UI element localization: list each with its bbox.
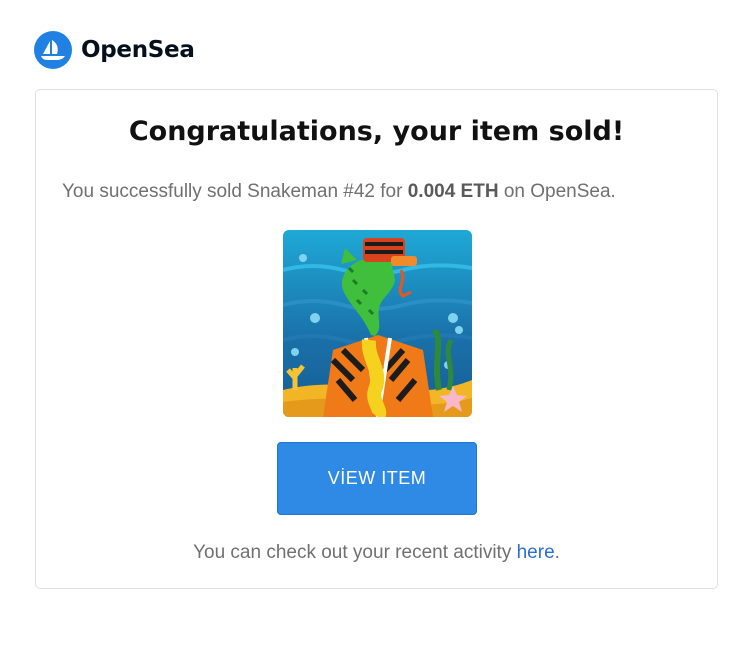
sold-message: You successfully sold Snakeman #42 for 0…	[62, 181, 616, 203]
activity-message: You can check out your recent activity h…	[36, 542, 717, 564]
brand-name: OpenSea	[81, 37, 195, 63]
snakeman-42-nft-image[interactable]	[283, 230, 472, 417]
sold-message-prefix: You successfully sold Snakeman #42 for	[62, 181, 408, 202]
email-card: Congratulations, your item sold! You suc…	[35, 89, 718, 589]
opensea-logo-icon	[34, 31, 72, 69]
brand-header[interactable]: OpenSea	[34, 31, 195, 69]
recent-activity-link[interactable]: here	[517, 542, 555, 563]
activity-message-suffix: .	[554, 542, 560, 563]
page-title: Congratulations, your item sold!	[128, 116, 625, 147]
view-item-button[interactable]: VİEW ITEM	[277, 442, 477, 515]
sale-price: 0.004 ETH	[407, 181, 499, 202]
sold-message-suffix: on OpenSea.	[498, 181, 616, 202]
activity-message-prefix: You can check out your recent activity	[193, 542, 517, 563]
